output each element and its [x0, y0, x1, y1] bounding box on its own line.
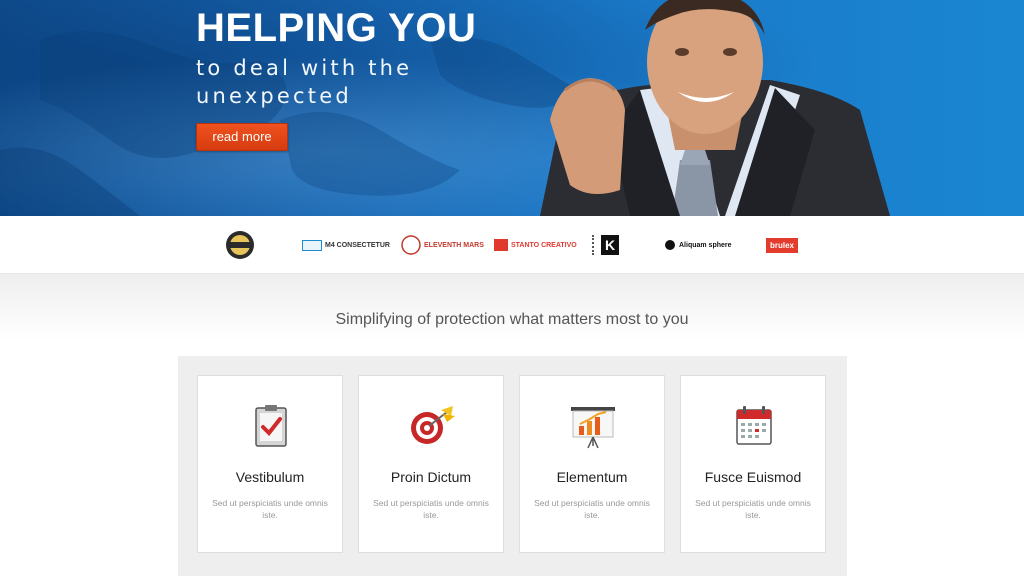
- logo-k: K: [592, 216, 619, 274]
- hero-subtitle-line2: unexpected: [196, 84, 352, 108]
- card-title: Elementum: [556, 469, 628, 485]
- feature-card-fusce-euismod[interactable]: Fusce Euismod Sed ut perspiciatis unde o…: [680, 375, 826, 553]
- hero-subtitle-line1: to deal with the: [196, 56, 413, 80]
- calendar-icon: [736, 406, 772, 445]
- logo-stanto-creativo: STANTO CREATIVO: [494, 216, 577, 274]
- read-more-button[interactable]: read more: [196, 123, 288, 151]
- card-description: Sed ut perspiciatis unde omnis iste.: [212, 498, 328, 520]
- target-dart-icon: [411, 406, 455, 444]
- card-title: Fusce Euismod: [704, 469, 802, 485]
- hero-text-block: HELPING YOU to deal with the unexpected: [196, 6, 476, 110]
- logo-eleventh-mars-text: ELEVENTH MARS: [424, 241, 484, 249]
- logo-m4-text: M4 CONSECTETUR: [325, 241, 390, 249]
- features-section: Simplifying of protection what matters m…: [0, 274, 1024, 576]
- presentation-chart-icon: [571, 407, 615, 449]
- logo-brulex: brulex: [766, 216, 799, 274]
- feature-card-proin-dictum[interactable]: Proin Dictum Sed ut perspiciatis unde om…: [358, 375, 504, 553]
- logo-k-mark: K: [601, 235, 619, 255]
- card-description: Sed ut perspiciatis unde omnis iste.: [534, 498, 650, 520]
- logo-brulex-text: brulex: [766, 237, 799, 253]
- card-title: Proin Dictum: [390, 469, 472, 485]
- hero-title: HELPING YOU: [196, 6, 477, 50]
- logo-eleventh-mars: ELEVENTH MARS: [400, 216, 484, 274]
- logo-m4-consectetur: M4 CONSECTETUR: [302, 216, 390, 274]
- clipboard-check-icon: [255, 405, 287, 447]
- feature-card-elementum[interactable]: Elementum Sed ut perspiciatis unde omnis…: [519, 375, 665, 553]
- logo-laura-badge: [224, 216, 256, 274]
- section-tagline: Simplifying of protection what matters m…: [335, 311, 689, 328]
- businessman-photo: [540, 0, 890, 216]
- features-panel: Vestibulum Sed ut perspiciatis unde omni…: [178, 356, 847, 576]
- feature-card-vestibulum[interactable]: Vestibulum Sed ut perspiciatis unde omni…: [197, 375, 343, 553]
- logo-aliquam-sphere: Aliquam sphere: [665, 216, 732, 274]
- logo-stanto-text: STANTO CREATIVO: [511, 241, 577, 249]
- logo-aliquam-text: Aliquam sphere: [679, 241, 732, 249]
- eleventh-mars-icon: [401, 235, 421, 255]
- hero-banner: HELPING YOU to deal with the unexpected …: [0, 0, 1024, 216]
- laura-badge-icon: [226, 231, 254, 259]
- partner-logos-strip: M4 CONSECTETUR ELEVENTH MARS STANTO CREA…: [0, 216, 1024, 274]
- card-description: Sed ut perspiciatis unde omnis iste.: [695, 498, 811, 520]
- card-description: Sed ut perspiciatis unde omnis iste.: [373, 498, 489, 520]
- card-title: Vestibulum: [235, 469, 305, 485]
